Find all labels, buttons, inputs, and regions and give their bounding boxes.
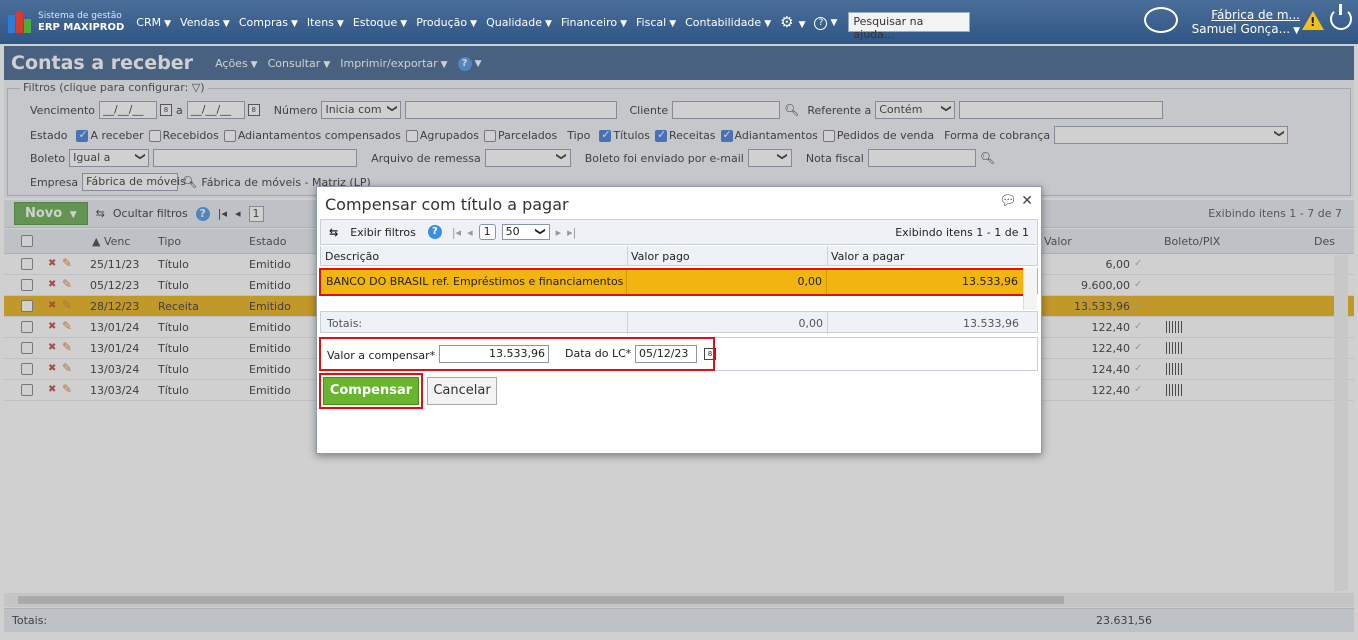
power-icon[interactable]	[1330, 4, 1352, 30]
caret-down-icon: ▼	[620, 18, 628, 29]
help-icon[interactable]: ?	[427, 225, 442, 239]
menu-estoque[interactable]: Estoque ▼	[353, 16, 407, 29]
menu-compras[interactable]: Compras ▼	[239, 16, 298, 29]
dialog-toolbar: ⇆ Exibir filtros ? |◂ ◂ 1 50 ▸ ▸| Exibin…	[320, 219, 1038, 245]
caret-down-icon: ▼	[290, 18, 298, 29]
menu-financeiro[interactable]: Financeiro ▼	[561, 16, 627, 29]
dialog-page-input[interactable]: 1	[478, 224, 496, 240]
pager-last-icon[interactable]: ▸|	[567, 226, 576, 239]
close-icon[interactable]: ✕	[1021, 193, 1033, 209]
caret-down-icon: ▼	[336, 18, 344, 29]
logo-mark-icon	[8, 11, 34, 33]
menu-itens[interactable]: Itens ▼	[307, 16, 344, 29]
dialog-totals-a-pagar: 13.533,96	[963, 317, 1019, 330]
pager-prev-icon[interactable]: ◂	[467, 226, 473, 239]
caret-down-icon: ▼	[764, 18, 772, 29]
menu-producao[interactable]: Produção ▼	[416, 16, 477, 29]
dialog-title: Compensar com título a pagar	[325, 195, 569, 214]
chat-bubble-icon[interactable]	[1144, 7, 1178, 33]
compensar-dialog: Compensar com título a pagar 💬︎ ✕ ⇆ Exib…	[316, 186, 1042, 454]
dialog-totals-label: Totais:	[327, 317, 363, 330]
menu-crm[interactable]: CRM ▼	[136, 16, 171, 29]
user-menu[interactable]: Samuel Gonça... ▼	[1190, 22, 1300, 36]
refresh-icon[interactable]: ⇆	[329, 226, 338, 239]
dialog-totals-pago: 0,00	[798, 317, 824, 330]
caret-down-icon: ▼	[830, 17, 838, 28]
main-menu: CRM ▼ Vendas ▼ Compras ▼ Itens ▼ Estoque ▼ Pr…	[136, 12, 971, 41]
dialog-grid-header: Descrição Valor pago Valor a pagar	[320, 246, 1038, 266]
pager-next-icon[interactable]: ▸	[556, 226, 562, 239]
app-logo[interactable]: Sistema de gestão ERP MAXIPROD	[8, 11, 124, 33]
caret-down-icon: ▼	[545, 18, 552, 29]
caret-down-icon: ▼	[470, 18, 478, 29]
highlight-form-frame	[319, 337, 715, 371]
gear-icon: ⚙	[780, 13, 794, 31]
settings-menu[interactable]: ⚙ ▼	[780, 13, 805, 31]
dialog-showing: Exibindo itens 1 - 1 de 1	[895, 226, 1029, 239]
caret-down-icon: ▼	[1293, 26, 1300, 36]
help-menu[interactable]: ? ▼	[814, 15, 837, 30]
help-search-input[interactable]: Pesquisar na ajuda...	[848, 12, 971, 41]
column-valor-a-pagar[interactable]: Valor a pagar	[831, 250, 904, 263]
logo-subtitle: Sistema de gestão	[38, 11, 122, 21]
highlight-row-frame	[319, 268, 1025, 296]
company-link[interactable]: Fábrica de m...	[1190, 8, 1300, 22]
caret-down-icon: ▼	[164, 18, 172, 29]
show-filters-button[interactable]: Exibir filtros	[350, 226, 416, 239]
caret-down-icon: ▼	[669, 18, 677, 29]
highlight-button-frame	[319, 373, 423, 409]
menu-vendas[interactable]: Vendas ▼	[180, 16, 230, 29]
menu-contabilidade[interactable]: Contabilidade ▼	[685, 16, 771, 29]
logo-title: ERP MAXIPROD	[38, 22, 125, 33]
help-icon: ?	[814, 16, 828, 30]
caret-down-icon: ▼	[222, 18, 230, 29]
top-navigation: Sistema de gestão ERP MAXIPROD CRM ▼ Vend…	[0, 0, 1358, 44]
menu-qualidade[interactable]: Qualidade ▼	[486, 16, 552, 29]
comment-icon[interactable]: 💬︎	[999, 193, 1017, 209]
page-size-select[interactable]: 50	[501, 224, 550, 240]
cancelar-button[interactable]: Cancelar	[427, 377, 497, 405]
column-valor-pago[interactable]: Valor pago	[631, 250, 690, 263]
caret-down-icon: ▼	[400, 18, 408, 29]
caret-down-icon: ▼	[798, 20, 806, 30]
column-descricao[interactable]: Descrição	[325, 250, 379, 263]
menu-fiscal[interactable]: Fiscal ▼	[636, 16, 676, 29]
dialog-grid-scrollbar[interactable]	[1023, 268, 1037, 310]
warning-icon[interactable]	[1302, 11, 1324, 30]
dialog-totals: Totais: 0,00 13.533,96	[320, 311, 1038, 334]
pager-first-icon[interactable]: |◂	[452, 226, 461, 239]
